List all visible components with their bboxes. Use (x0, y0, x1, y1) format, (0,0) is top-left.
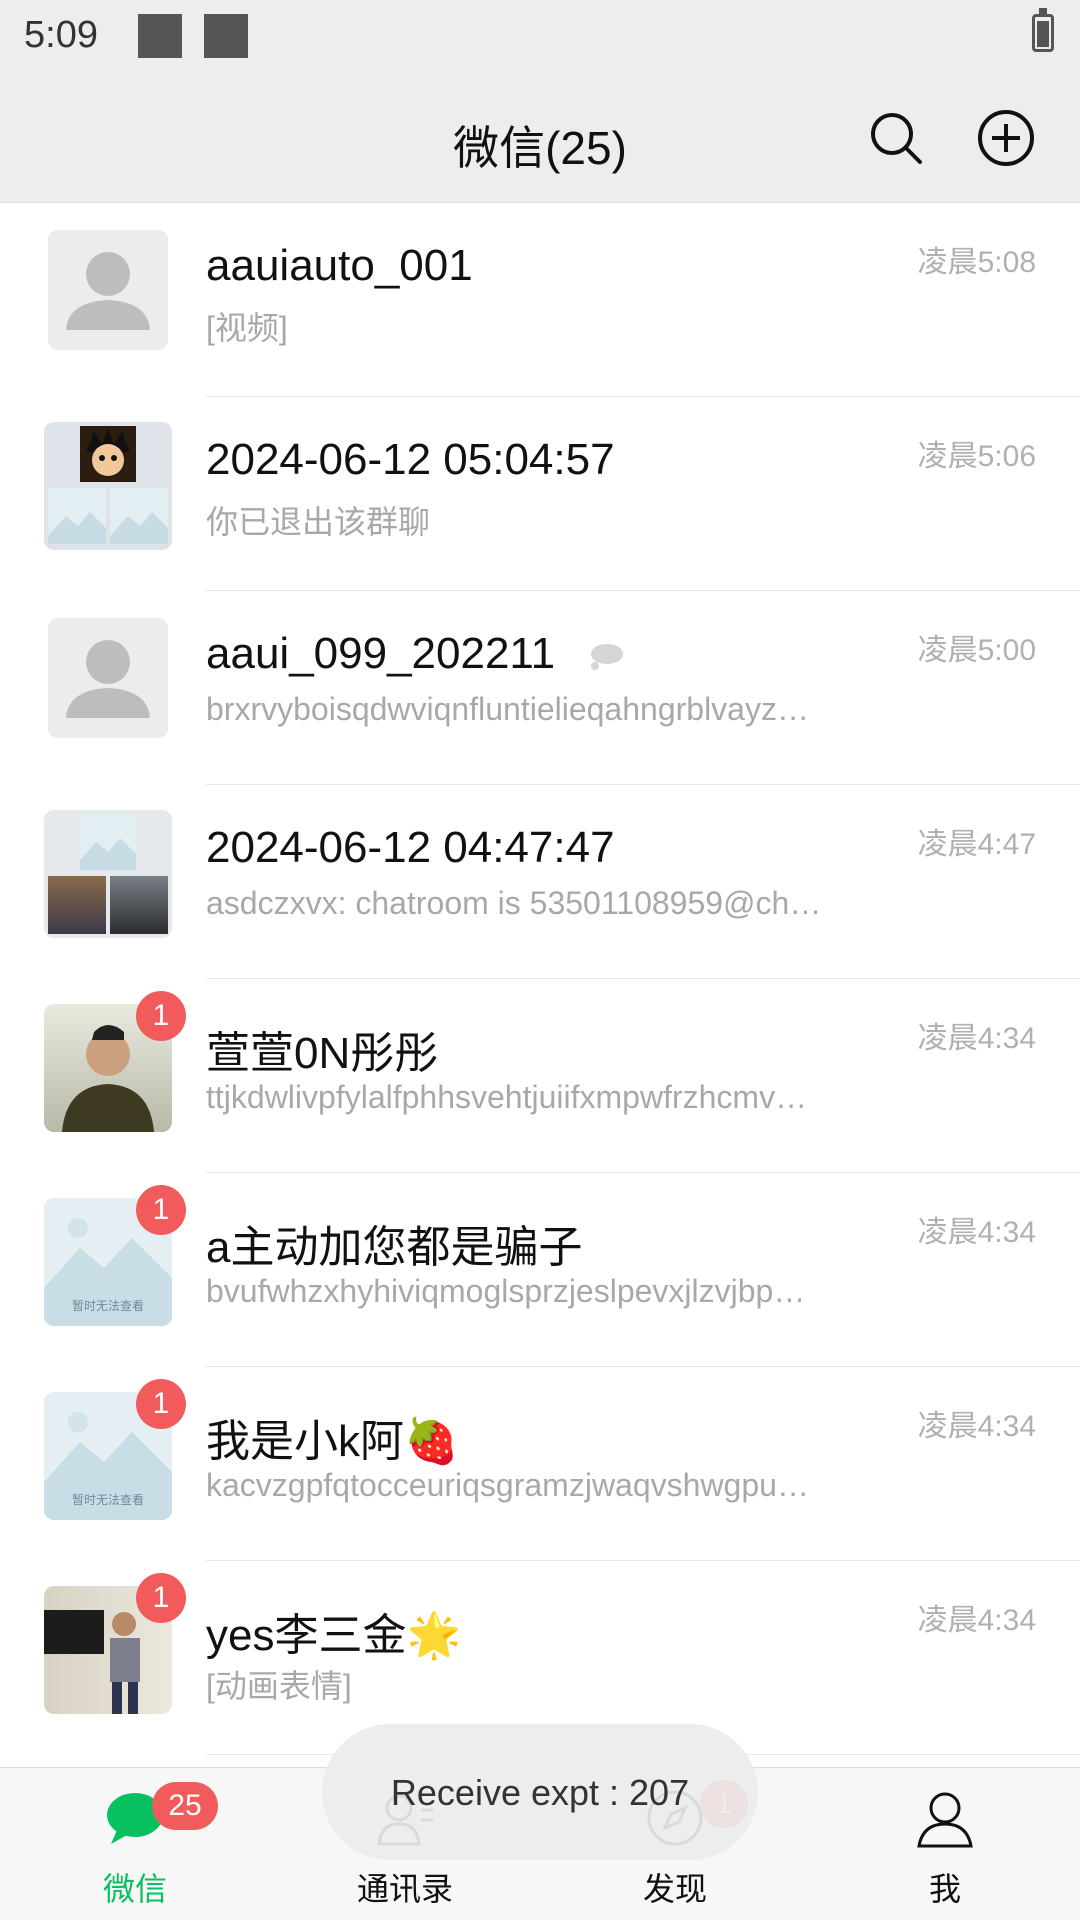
chat-preview: [动画表情] (206, 1668, 352, 1704)
tab-label: 通讯录 (356, 1871, 453, 1907)
chat-row[interactable]: 暂时无法查看 1 a主动加您都是骗子 bvufwhzxhyhiviqmoglsp… (0, 1173, 1080, 1367)
chat-title: 2024-06-12 05:04:57 (206, 435, 615, 484)
chat-title: aaui_099_202211 (206, 629, 625, 679)
add-icon[interactable] (974, 106, 1038, 170)
chat-time: 凌晨4:34 (917, 1216, 1036, 1249)
tab-chats[interactable]: 25 微信 (0, 1768, 270, 1920)
placeholder-text: 暂时无法查看 (72, 1299, 144, 1313)
unread-badge: 1 (136, 1185, 186, 1235)
group-avatar (44, 810, 172, 938)
chat-preview: [视频] (206, 310, 288, 346)
placeholder-text: 暂时无法查看 (72, 1493, 144, 1507)
chat-preview: asdczxvx: chatroom is 53501108959@ch… (206, 885, 822, 921)
chat-row[interactable]: 2024-06-12 05:04:57 你已退出该群聊 凌晨5:06 (0, 397, 1080, 591)
chat-title: 我是小k阿🍓 (206, 1417, 459, 1466)
toast-message: Receive expt : 207 (322, 1724, 758, 1860)
chat-time: 凌晨5:08 (917, 246, 1036, 279)
placeholder-image (48, 488, 106, 544)
chat-title: 萱萱0N彤彤 (206, 1029, 439, 1078)
member-avatar (80, 426, 136, 482)
chat-title: 2024-06-12 04:47:47 (206, 823, 615, 872)
car-photo (110, 876, 168, 934)
tab-badge: 25 (152, 1782, 218, 1830)
chat-list: aauiauto_001 [视频] 凌晨5:08 2024-06-12 05:0… (0, 203, 1080, 1755)
battery-icon (1032, 8, 1054, 52)
tab-label: 我 (928, 1871, 961, 1907)
notification-icon (138, 14, 182, 58)
tab-label: 发现 (642, 1871, 707, 1907)
unread-badge: 1 (136, 1379, 186, 1429)
chat-row[interactable]: aauiauto_001 [视频] 凌晨5:08 (0, 203, 1080, 397)
placeholder-image (110, 488, 168, 544)
chat-row[interactable]: 暂时无法查看 1 我是小k阿🍓 kacvzgpfqtocceuriqsgramz… (0, 1367, 1080, 1561)
chat-time: 凌晨5:06 (917, 440, 1036, 473)
tab-me[interactable]: 我 (810, 1768, 1080, 1920)
status-bar: 5:09 (0, 0, 1080, 76)
chat-title: a主动加您都是骗子 (206, 1223, 583, 1272)
mute-icon (591, 644, 624, 671)
chat-preview: kacvzgpfqtocceuriqsgramzjwaqvshwgpu… (206, 1467, 809, 1503)
chat-title: yes李三金🌟 (206, 1611, 462, 1660)
chat-time: 凌晨4:47 (917, 828, 1036, 861)
chat-time: 凌晨4:34 (917, 1022, 1036, 1055)
avatar (48, 618, 168, 738)
search-icon[interactable] (864, 106, 928, 170)
chat-title: aauiauto_001 (206, 241, 473, 290)
default-user-icon (66, 252, 150, 330)
street-photo (48, 876, 106, 934)
chat-title-text: aaui_099_202211 (206, 629, 556, 678)
toast-text: Receive expt : 207 (390, 1772, 690, 1813)
status-time: 5:09 (24, 14, 98, 56)
avatar (48, 230, 168, 350)
chat-preview: bvufwhzxhyhiviqmoglsprzjeslpevxjlzvjbp… (206, 1273, 806, 1309)
unread-badge: 1 (136, 1573, 186, 1623)
tab-label: 微信 (102, 1871, 167, 1907)
chat-time: 凌晨4:34 (917, 1604, 1036, 1637)
chat-preview: brxrvyboisqdwviqnfluntielieqahngrblvayz… (206, 691, 809, 727)
default-user-icon (66, 640, 150, 718)
app-header: 微信(25) (0, 76, 1080, 203)
chat-row[interactable]: 1 萱萱0N彤彤 ttjkdwlivpfylalfphhsvehtjuiifxm… (0, 979, 1080, 1173)
chat-preview: 你已退出该群聊 (206, 504, 431, 540)
chat-time: 凌晨5:00 (917, 634, 1036, 667)
unread-badge: 1 (136, 991, 186, 1041)
chat-row[interactable]: 2024-06-12 04:47:47 asdczxvx: chatroom i… (0, 785, 1080, 979)
chat-time: 凌晨4:34 (917, 1410, 1036, 1443)
group-avatar (44, 422, 172, 550)
placeholder-image (80, 814, 136, 870)
chat-preview: ttjkdwlivpfylalfphhsvehtjuiifxmpwfrzhcmv… (206, 1079, 808, 1115)
person-icon (917, 1792, 973, 1848)
notification-icon (204, 14, 248, 58)
chat-row[interactable]: aaui_099_202211 brxrvyboisqdwviqnfluntie… (0, 591, 1080, 785)
